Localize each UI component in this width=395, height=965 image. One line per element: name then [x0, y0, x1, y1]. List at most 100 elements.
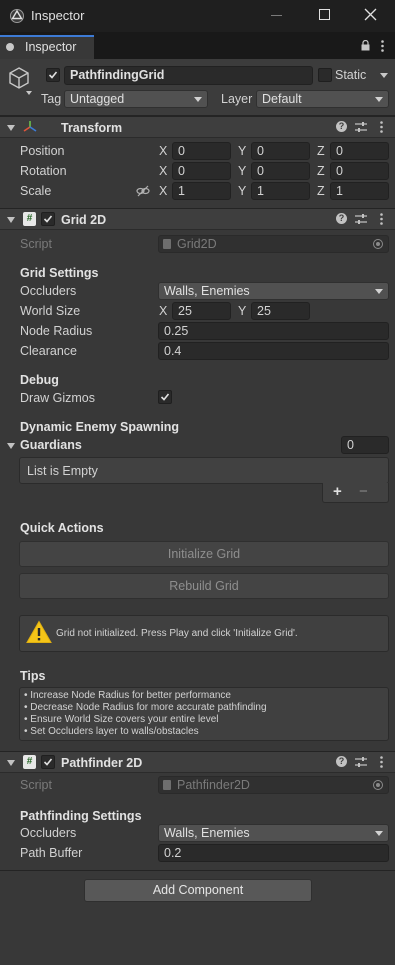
minimize-button[interactable] [271, 15, 282, 16]
script-field: Pathfinder2D [158, 776, 389, 794]
list-footer: + − [322, 483, 389, 503]
grid2d-title: Grid 2D [61, 213, 107, 227]
remove-element-button[interactable]: − [359, 483, 368, 500]
grid2d-enabled-checkbox[interactable] [41, 212, 55, 226]
initialize-grid-button[interactable]: Initialize Grid [19, 541, 389, 567]
world-size-y-field[interactable]: 25 [251, 302, 310, 320]
draw-gizmos-checkbox[interactable] [158, 390, 172, 404]
tip-item: • Decrease Node Radius for more accurate… [24, 702, 267, 713]
active-checkbox[interactable] [46, 68, 60, 82]
guardians-foldout-icon[interactable] [7, 443, 15, 449]
help-icon[interactable]: ? [336, 213, 347, 224]
script-value: Grid2D [177, 237, 217, 251]
script-field: Grid2D [158, 235, 389, 253]
presets-icon[interactable] [355, 756, 367, 771]
rotation-y-field[interactable]: 0 [251, 162, 310, 180]
occluders-label: Occluders [20, 826, 77, 840]
grid2d-header[interactable]: # Grid 2D ? [0, 208, 395, 230]
occluders-label: Occluders [20, 284, 77, 298]
warning-icon [26, 620, 52, 647]
scale-y-field[interactable]: 1 [251, 182, 310, 200]
position-z-field[interactable]: 0 [330, 142, 389, 160]
scale-x-field[interactable]: 1 [172, 182, 231, 200]
link-icon[interactable] [136, 185, 150, 200]
chevron-down-icon [375, 97, 383, 102]
z-label: Z [317, 164, 325, 178]
y-label: Y [238, 304, 247, 318]
foldout-icon[interactable] [7, 760, 15, 766]
foldout-icon[interactable] [7, 217, 15, 223]
help-icon[interactable]: ? [336, 121, 347, 132]
close-button[interactable] [364, 8, 377, 24]
transform-header[interactable]: Transform ? [0, 116, 395, 138]
guardians-label[interactable]: Guardians [20, 438, 82, 452]
transform-icon [22, 120, 38, 137]
rebuild-grid-button[interactable]: Rebuild Grid [19, 573, 389, 599]
y-label: Y [238, 144, 247, 158]
scale-z-field[interactable]: 1 [330, 182, 389, 200]
occluders-dropdown[interactable]: Walls, Enemies [158, 282, 389, 300]
layer-label: Layer [221, 92, 253, 106]
clearance-field[interactable]: 0.4 [158, 342, 389, 360]
add-element-button[interactable]: + [333, 483, 342, 500]
tab-inspector[interactable]: Inspector [0, 35, 94, 59]
maximize-button[interactable] [319, 9, 330, 20]
more-icon[interactable] [380, 121, 383, 136]
pathfinder2d-enabled-checkbox[interactable] [41, 755, 55, 769]
script-label: Script [20, 237, 52, 251]
rotation-label: Rotation [20, 164, 67, 178]
path-buffer-field[interactable]: 0.2 [158, 844, 389, 862]
static-dropdown-icon[interactable] [380, 73, 388, 78]
more-icon[interactable] [381, 40, 384, 55]
tab-bar: Inspector [0, 32, 395, 59]
guardians-count-field[interactable]: 0 [341, 436, 389, 454]
node-radius-field[interactable]: 0.25 [158, 322, 389, 340]
position-y-field[interactable]: 0 [251, 142, 310, 160]
window-title: Inspector [31, 8, 85, 23]
script-icon: # [23, 212, 36, 226]
occluders-dropdown[interactable]: Walls, Enemies [158, 824, 389, 842]
object-picker-icon[interactable] [373, 780, 383, 790]
y-label: Y [238, 164, 247, 178]
chevron-down-icon [375, 831, 383, 836]
x-label: X [159, 304, 168, 318]
z-label: Z [317, 144, 325, 158]
list-empty-text: List is Empty [27, 464, 98, 478]
tag-label: Tag [41, 92, 62, 106]
guardians-list: List is Empty [19, 457, 389, 484]
foldout-icon[interactable] [7, 125, 15, 131]
rotation-z-field[interactable]: 0 [330, 162, 389, 180]
tip-item: • Set Occluders layer to walls/obstacles [24, 726, 199, 737]
rotation-x-field[interactable]: 0 [172, 162, 231, 180]
layer-dropdown[interactable]: Default [256, 90, 389, 108]
presets-icon[interactable] [355, 121, 367, 136]
tab-label: Inspector [25, 40, 77, 54]
divider [0, 870, 395, 871]
more-icon[interactable] [380, 213, 383, 228]
occluders-value: Walls, Enemies [164, 284, 250, 298]
clearance-label: Clearance [20, 344, 77, 358]
pathfinder2d-header[interactable]: # Pathfinder 2D ? [0, 751, 395, 773]
world-size-x-field[interactable]: 25 [172, 302, 231, 320]
tips-header: Tips [20, 669, 46, 683]
presets-icon[interactable] [355, 213, 367, 228]
x-label: X [159, 144, 168, 158]
debug-header: Debug [20, 373, 59, 387]
cs-script-icon [163, 239, 171, 249]
add-component-button[interactable]: Add Component [84, 879, 312, 902]
tag-dropdown[interactable]: Untagged [64, 90, 208, 108]
object-picker-icon[interactable] [373, 239, 383, 249]
position-x-field[interactable]: 0 [172, 142, 231, 160]
lock-icon[interactable] [361, 39, 370, 54]
name-field[interactable]: PathfindingGrid [64, 66, 313, 85]
help-icon[interactable]: ? [336, 756, 347, 767]
static-checkbox[interactable] [318, 68, 332, 82]
dropdown-arrow-icon[interactable] [26, 91, 32, 95]
tip-item: • Ensure World Size covers your entire l… [24, 714, 219, 725]
x-label: X [159, 184, 168, 198]
world-size-label: World Size [20, 304, 81, 318]
window-titlebar: Inspector [0, 0, 395, 32]
gameobject-icon[interactable] [7, 66, 31, 93]
more-icon[interactable] [380, 756, 383, 771]
path-buffer-label: Path Buffer [20, 846, 83, 860]
